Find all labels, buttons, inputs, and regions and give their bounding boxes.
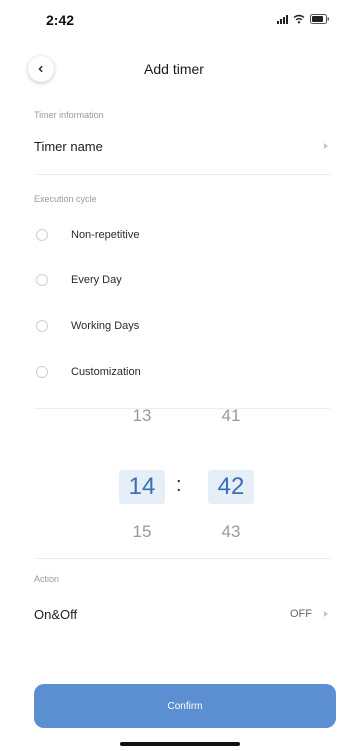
cycle-option-label: Customization bbox=[71, 366, 141, 378]
arrow-right-icon bbox=[324, 611, 328, 617]
radio-button[interactable] bbox=[36, 229, 48, 241]
hour-wheel[interactable]: 13 14 15 bbox=[112, 398, 172, 558]
cycle-option-label: Every Day bbox=[71, 274, 122, 286]
divider bbox=[34, 558, 330, 559]
timer-info-section-label: Timer information bbox=[34, 110, 104, 120]
minute-wheel[interactable]: 41 42 43 bbox=[201, 398, 261, 558]
time-separator: : bbox=[176, 474, 182, 496]
action-section-label: Action bbox=[34, 574, 60, 584]
cycle-option-label: Non-repetitive bbox=[71, 229, 140, 241]
nav-bar: Add timer bbox=[0, 52, 348, 86]
cycle-option-customization[interactable]: Customization bbox=[34, 358, 330, 386]
page-title: Add timer bbox=[144, 61, 204, 77]
hour-next: 15 bbox=[132, 522, 152, 541]
cycle-option-every-day[interactable]: Every Day bbox=[34, 266, 330, 294]
status-bar: 2:42 bbox=[0, 0, 348, 40]
action-name: On&Off bbox=[34, 606, 78, 622]
battery-icon bbox=[310, 14, 330, 24]
confirm-button[interactable]: Confirm bbox=[34, 684, 336, 728]
home-indicator bbox=[120, 742, 240, 746]
time-picker: 13 14 15 : 41 42 43 bbox=[0, 398, 348, 558]
timer-name-label: Timer name bbox=[34, 138, 103, 154]
cycle-option-working-days[interactable]: Working Days bbox=[34, 312, 330, 340]
minute-prev: 41 bbox=[221, 406, 241, 425]
cycle-option-label: Working Days bbox=[71, 320, 140, 332]
wifi-icon bbox=[293, 14, 305, 24]
timer-name-row[interactable]: Timer name bbox=[34, 131, 330, 161]
execution-cycle-section-label: Execution cycle bbox=[34, 194, 97, 204]
status-icons bbox=[277, 14, 330, 24]
action-value: OFF bbox=[290, 608, 312, 620]
radio-button[interactable] bbox=[36, 274, 48, 286]
hour-selected: 14 bbox=[119, 470, 165, 504]
minute-next: 43 bbox=[221, 522, 241, 541]
status-time: 2:42 bbox=[46, 12, 75, 28]
divider bbox=[34, 174, 330, 175]
cycle-option-non-repetitive[interactable]: Non-repetitive bbox=[34, 221, 330, 249]
signal-icon bbox=[277, 14, 288, 24]
hour-prev: 13 bbox=[132, 406, 152, 425]
radio-button[interactable] bbox=[36, 320, 48, 332]
arrow-right-icon bbox=[324, 143, 328, 149]
radio-button[interactable] bbox=[36, 366, 48, 378]
action-right: OFF bbox=[290, 608, 330, 620]
minute-selected: 42 bbox=[208, 470, 254, 504]
action-row[interactable]: On&Off OFF bbox=[34, 599, 330, 629]
